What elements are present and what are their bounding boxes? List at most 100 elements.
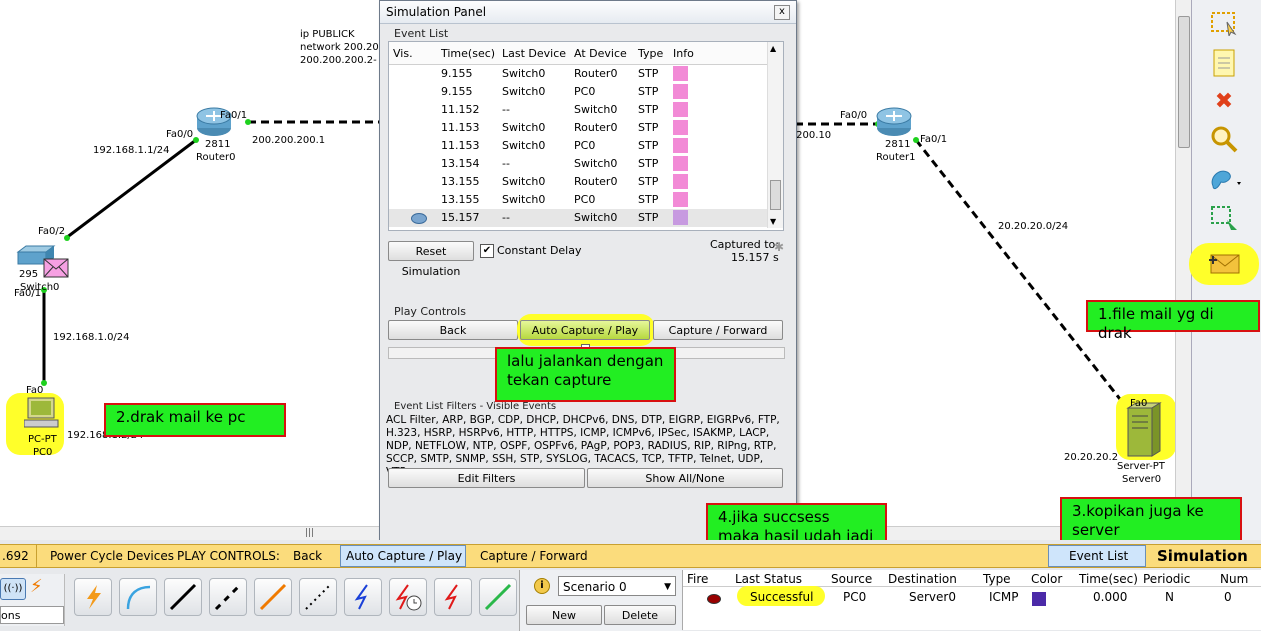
switch0-model: 295 — [19, 269, 39, 280]
pc0[interactable] — [23, 396, 64, 433]
capture-forward-button[interactable]: Capture / Forward — [653, 320, 783, 340]
server0[interactable] — [1126, 402, 1162, 461]
inspect-magnifier-icon[interactable] — [1206, 122, 1242, 156]
pc0-name: PC0 — [33, 447, 53, 458]
server0-ip: 20.20.20.2 — [1064, 452, 1119, 463]
event-list-toggle[interactable]: Event List — [1069, 549, 1128, 563]
phone-cable-icon[interactable] — [299, 578, 337, 616]
event-row[interactable]: 11.152 -- Switch0 STP — [389, 101, 767, 119]
show-all-none-button[interactable]: Show All/None — [587, 468, 783, 488]
scenario-select[interactable]: Scenario 0 ▼ — [558, 576, 676, 596]
pc-icon — [23, 397, 59, 428]
captured-to-label: Captured to: — [710, 238, 779, 251]
event-row[interactable]: 11.153 Switch0 PC0 STP — [389, 137, 767, 155]
reset-simulation-button[interactable]: Reset Simulation — [388, 241, 474, 278]
col-last-device: Last Device — [502, 47, 567, 60]
event-row[interactable]: 9.155 Switch0 PC0 STP — [389, 83, 767, 101]
fiber-icon[interactable] — [254, 578, 292, 616]
event-row[interactable]: 9.155 Switch0 Router0 STP — [389, 65, 767, 83]
serial-dce-icon[interactable] — [389, 578, 427, 616]
copper-cross-icon[interactable] — [209, 578, 247, 616]
event-info-swatch[interactable] — [673, 102, 688, 117]
auto-capture-play-button[interactable]: Auto Capture / Play — [520, 320, 650, 340]
router1-port-right: Fa0/1 — [920, 134, 948, 145]
switch0-port-bottom: Fa0/1 — [14, 288, 42, 299]
event-last: Switch0 — [502, 193, 546, 206]
event-info-swatch[interactable] — [673, 120, 688, 135]
note-tool-icon[interactable] — [1206, 46, 1242, 80]
note-run-capture: lalu jalankan dengan tekan capture — [495, 347, 676, 402]
router1-name: Router1 — [876, 152, 916, 163]
event-info-swatch[interactable] — [673, 156, 688, 171]
delete-scenario-button[interactable]: Delete — [604, 605, 676, 625]
select-tool-icon[interactable] — [1206, 6, 1242, 40]
col-destination: Destination — [888, 572, 957, 586]
event-list-table[interactable]: Vis. Time(sec) Last Device At Device Typ… — [388, 41, 784, 231]
event-time: 11.152 — [441, 103, 480, 116]
power-cycle-devices-button[interactable]: Power Cycle Devices — [50, 549, 174, 563]
event-info-swatch[interactable] — [673, 66, 688, 81]
link-label: 200.200.200.1 — [252, 135, 326, 146]
event-last: -- — [502, 103, 510, 116]
event-info-swatch[interactable] — [673, 210, 688, 225]
mail-envelope-icon[interactable] — [43, 258, 69, 281]
octal-cable-icon[interactable] — [479, 578, 517, 616]
wireless-device-icon[interactable]: ((·)) — [0, 578, 26, 600]
panel-titlebar[interactable]: Simulation Panel x — [380, 1, 796, 24]
event-last: -- — [502, 157, 510, 170]
event-list-scrollbar[interactable]: ▲ ▼ — [767, 42, 783, 228]
event-row[interactable]: 15.157 -- Switch0 STP — [389, 209, 767, 227]
server0-model: Server-PT — [1117, 461, 1165, 472]
event-list-header: Vis. Time(sec) Last Device At Device Typ… — [389, 42, 783, 65]
col-info: Info — [673, 47, 694, 60]
event-info-swatch[interactable] — [673, 138, 688, 153]
pdu-list-table[interactable]: Fire Last Status Source Destination Type… — [682, 570, 1261, 630]
close-icon[interactable]: x — [774, 5, 790, 20]
status-auto-capture-button[interactable]: Auto Capture / Play — [346, 549, 462, 563]
router0-model: 2811 — [205, 139, 231, 150]
auto-connection-icon[interactable] — [74, 578, 112, 616]
info-icon[interactable]: i — [534, 578, 550, 594]
draw-shape-icon[interactable] — [1206, 162, 1242, 196]
delete-tool-icon[interactable]: ✖ — [1206, 84, 1242, 118]
eye-icon — [411, 213, 427, 224]
simulation-mode-label[interactable]: Simulation — [1157, 547, 1248, 565]
event-type: STP — [638, 103, 659, 116]
link-router1-server0 — [914, 139, 1129, 409]
col-fire: Fire — [687, 572, 709, 586]
console-cable-icon[interactable] — [119, 578, 157, 616]
asterisk-icon: ✱ — [774, 240, 785, 254]
event-at: PC0 — [574, 139, 596, 152]
event-time: 15.157 — [441, 211, 480, 224]
status-back-button[interactable]: Back — [293, 549, 322, 563]
event-info-swatch[interactable] — [673, 192, 688, 207]
link-label: 192.168.1.0/24 — [53, 332, 130, 343]
connections-lightning-icon[interactable]: ⚡ — [30, 576, 43, 597]
event-type: STP — [638, 193, 659, 206]
event-row[interactable]: 13.154 -- Switch0 STP — [389, 155, 767, 173]
event-info-swatch[interactable] — [673, 174, 688, 189]
new-scenario-button[interactable]: New — [526, 605, 602, 625]
back-button[interactable]: Back — [388, 320, 518, 340]
server0-name: Server0 — [1122, 474, 1162, 485]
event-row[interactable]: 13.155 Switch0 Router0 STP — [389, 173, 767, 191]
serial-dte-icon[interactable] — [434, 578, 472, 616]
event-row[interactable]: 11.153 Switch0 Router0 STP — [389, 119, 767, 137]
router1[interactable] — [876, 106, 912, 141]
event-time: 11.153 — [441, 121, 480, 134]
sim-time: .692 — [2, 549, 29, 563]
constant-delay-checkbox[interactable]: ✔ — [480, 244, 494, 258]
event-row[interactable]: 13.155 Switch0 PC0 STP — [389, 191, 767, 209]
status-capture-forward-button[interactable]: Capture / Forward — [480, 549, 588, 563]
copper-straight-icon[interactable] — [164, 578, 202, 616]
link-label: 20.20.20.0/24 — [998, 221, 1069, 232]
fire-icon[interactable] — [707, 594, 721, 604]
router0-port-left: Fa0/0 — [166, 129, 194, 140]
resize-tool-icon[interactable] — [1206, 202, 1242, 236]
coaxial-icon[interactable] — [344, 578, 382, 616]
event-info-swatch[interactable] — [673, 84, 688, 99]
edit-filters-button[interactable]: Edit Filters — [388, 468, 585, 488]
pc0-port: Fa0 — [26, 385, 44, 396]
event-time: 13.155 — [441, 175, 480, 188]
add-simple-pdu-icon[interactable] — [1206, 246, 1242, 280]
